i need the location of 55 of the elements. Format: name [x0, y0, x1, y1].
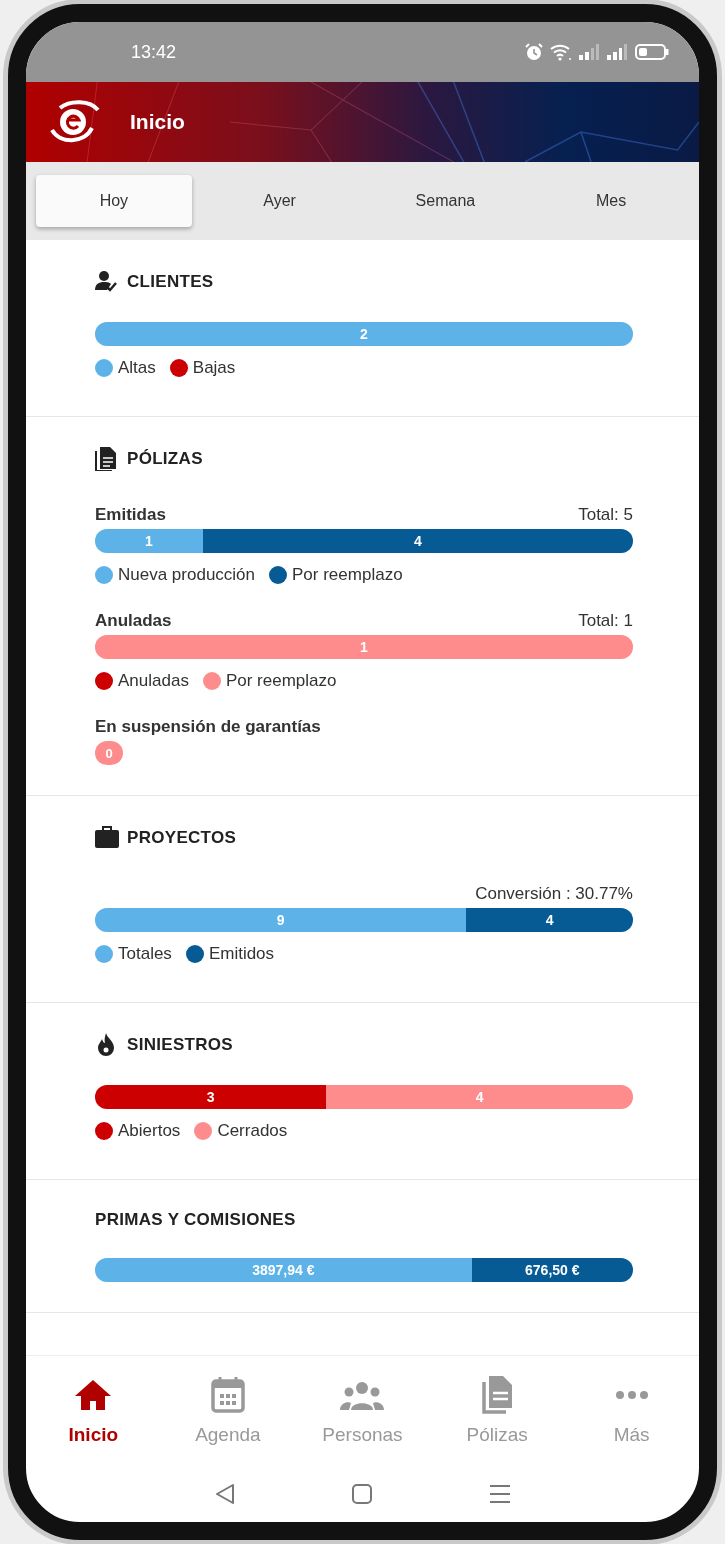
battery-icon — [635, 43, 669, 61]
bar-segment: 4 — [202, 529, 633, 553]
bar-segment: 3897,94 € — [95, 1258, 472, 1282]
period-tab[interactable]: Ayer — [201, 175, 358, 227]
document-icon — [481, 1376, 514, 1414]
chart-label: Anuladas — [95, 611, 172, 631]
legend-label: Bajas — [192, 358, 236, 378]
section-title: PROYECTOS — [127, 828, 237, 848]
legend-label: Por reemplazo — [225, 671, 337, 691]
signal-icon — [579, 44, 601, 60]
people-icon — [339, 1380, 386, 1410]
legend-label: Cerrados — [217, 1121, 288, 1141]
legend-label: Anuladas — [118, 671, 189, 691]
bar-segment: 1 — [95, 635, 633, 659]
logo-icon — [48, 100, 100, 144]
period-tab[interactable]: Hoy — [36, 175, 192, 227]
section-title: PÓLIZAS — [127, 449, 203, 469]
home-icon[interactable] — [351, 1484, 372, 1504]
bar-segment: 676,50 € — [471, 1258, 633, 1282]
bar-segment: 1 — [95, 529, 203, 553]
section-title: SINIESTROS — [127, 1035, 233, 1055]
section-title: CLIENTES — [127, 272, 214, 292]
legend-label: Altas — [118, 358, 156, 378]
bar-segment: 4 — [326, 1085, 633, 1109]
bar-segment: 3 — [95, 1085, 327, 1109]
chart-total: Conversión : 30.77% — [475, 884, 633, 904]
period-tab[interactable]: Semana — [367, 175, 524, 227]
signal-icon — [607, 44, 629, 60]
calendar-icon — [210, 1377, 245, 1413]
legend-label: Totales — [118, 944, 172, 964]
legend-label: Por reemplazo — [292, 565, 403, 585]
bar-segment: 9 — [95, 908, 467, 932]
person-check-icon — [95, 270, 119, 294]
screen-title: Inicio — [130, 110, 185, 134]
bar-segment: 2 — [95, 322, 633, 346]
alarm-icon — [525, 43, 543, 61]
status-time: 13:42 — [131, 41, 178, 63]
chart-label: En suspensión de garantías — [95, 717, 321, 737]
back-icon[interactable] — [214, 1483, 235, 1505]
document-icon — [95, 447, 119, 471]
nav-item[interactable]: Inicio — [26, 1376, 161, 1446]
section-title: PRIMAS Y COMISIONES — [95, 1210, 296, 1230]
more-icon — [614, 1390, 649, 1400]
legend-label: Abiertos — [118, 1121, 181, 1141]
chart-total: Total: 5 — [578, 505, 633, 525]
menu-icon[interactable] — [488, 1484, 511, 1504]
wifi-icon — [549, 43, 573, 61]
legend-label: Nueva producción — [118, 565, 256, 585]
chart-label: Emitidas — [95, 505, 166, 525]
count-badge: 0 — [95, 741, 123, 765]
chart-total: Total: 1 — [578, 611, 633, 631]
legend-label: Emitidos — [208, 944, 275, 964]
briefcase-icon — [95, 826, 119, 850]
period-tab[interactable]: Mes — [533, 175, 689, 227]
bar-segment: 4 — [466, 908, 633, 932]
